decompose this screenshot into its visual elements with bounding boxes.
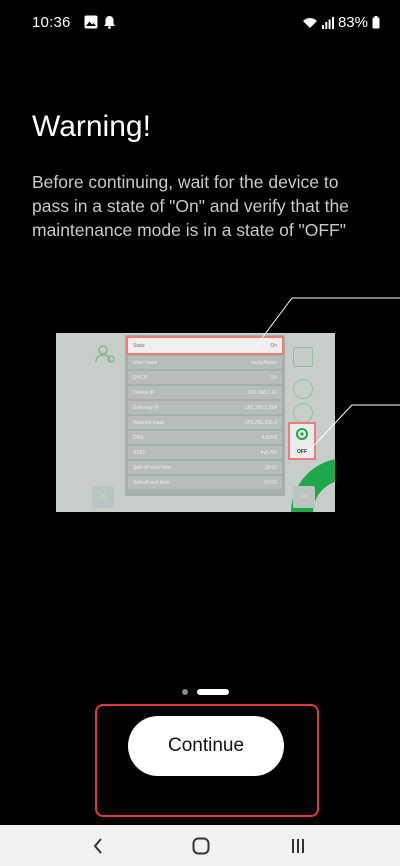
recents-icon [292, 839, 304, 853]
home-icon [192, 837, 210, 855]
continue-button[interactable]: Continue [128, 716, 284, 776]
system-nav-bar [0, 825, 400, 866]
nav-home-button[interactable] [181, 833, 221, 859]
page-dot-active [197, 689, 229, 695]
page-indicator [182, 689, 229, 695]
back-chevron-icon [93, 838, 102, 854]
nav-recents-button[interactable] [278, 833, 318, 859]
nav-back-button[interactable] [78, 833, 118, 859]
page-dot [182, 689, 188, 695]
